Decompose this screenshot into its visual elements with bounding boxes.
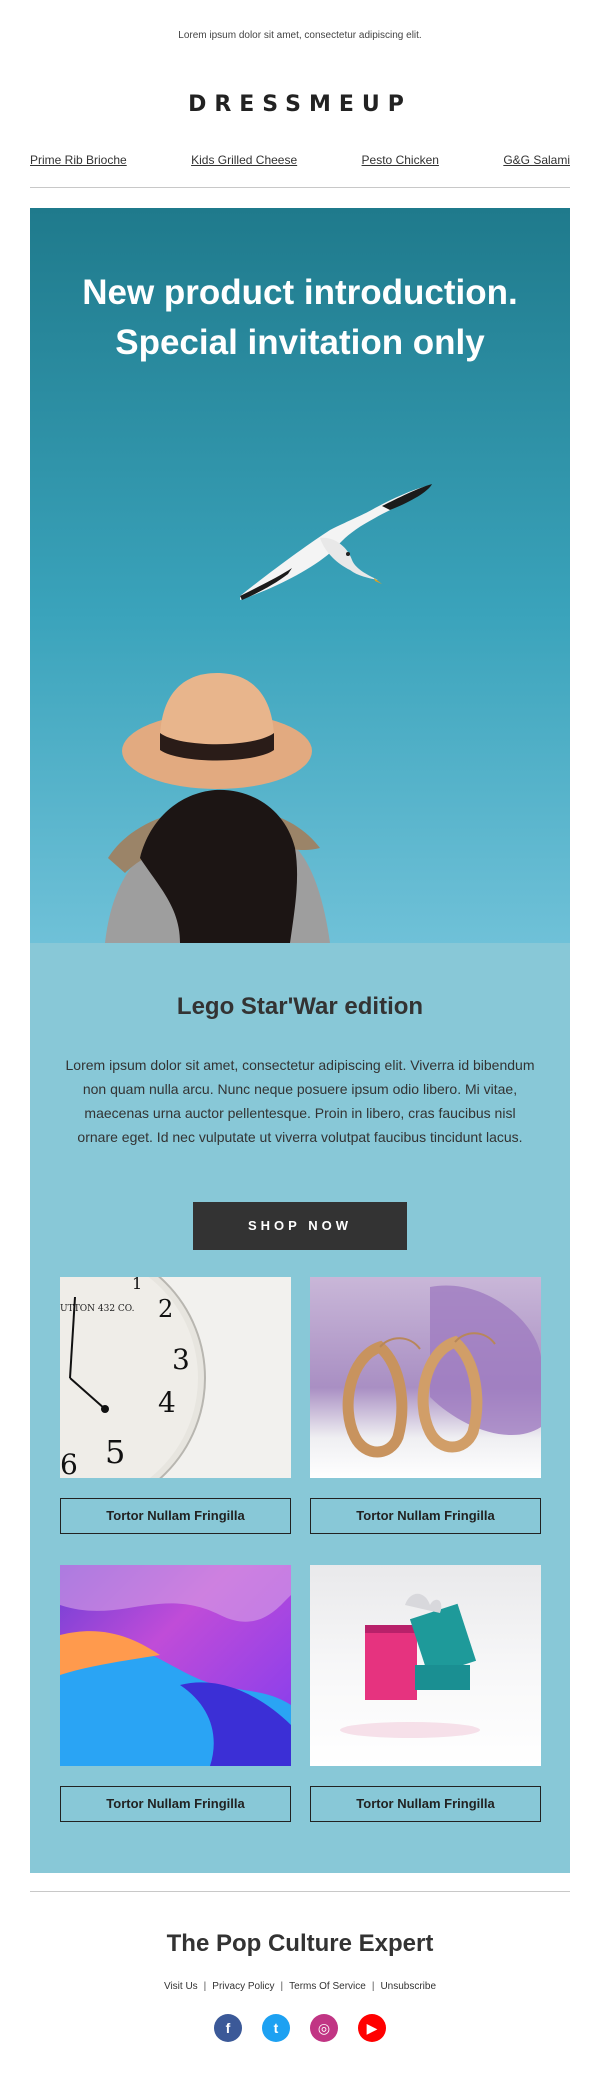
twitter-icon[interactable]: t (262, 2014, 290, 2042)
svg-text:UTTON 432 CO.: UTTON 432 CO. (60, 1304, 135, 1314)
promo-body-text: Lorem ipsum dolor sit amet, consectetur … (65, 1057, 535, 1145)
svg-text:6: 6 (60, 1448, 78, 1478)
footer-link-unsubscribe[interactable]: Unsubscribe (380, 1981, 436, 1992)
shop-now-button[interactable]: SHOP NOW (193, 1202, 407, 1250)
svg-text:3: 3 (172, 1343, 190, 1376)
abstract-gradient-image[interactable] (60, 1565, 291, 1766)
footer-link-privacy-policy[interactable]: Privacy Policy (212, 1981, 274, 1992)
product-card[interactable]: Tortor Nullam Fringilla (310, 1565, 541, 1822)
svg-text:1: 1 (132, 1277, 142, 1293)
brand-logo[interactable]: DRESSMEUP (0, 92, 600, 117)
clock-image[interactable]: 2 3 4 5 6 1 UTTON 432 CO. (60, 1277, 291, 1478)
nav-link-gg-salami[interactable]: G&G Salami (503, 153, 570, 167)
preheader-text: Lorem ipsum dolor sit amet, consectetur … (178, 30, 422, 41)
gift-boxes-image[interactable] (310, 1565, 541, 1766)
footer-separator: | (203, 1981, 207, 1992)
email-page: Lorem ipsum dolor sit amet, consectetur … (0, 0, 600, 2091)
nav-link-pesto-chicken[interactable]: Pesto Chicken (362, 153, 439, 167)
footer-title: The Pop Culture Expert (166, 1930, 434, 1957)
product-label-button[interactable]: Tortor Nullam Fringilla (60, 1786, 291, 1822)
seagull-graphic (240, 484, 432, 600)
product-card[interactable]: Tortor Nullam Fringilla (60, 1565, 291, 1822)
svg-text:5: 5 (105, 1433, 125, 1471)
instagram-icon[interactable]: ◎ (310, 2014, 338, 2042)
footer-divider (30, 1891, 570, 1892)
promo-title: Lego Star'War edition (176, 993, 424, 1020)
facebook-icon[interactable]: f (214, 2014, 242, 2042)
footer-separator: | (371, 1981, 375, 1992)
earrings-image[interactable] (310, 1277, 541, 1478)
nav-link-kids-grilled-cheese[interactable]: Kids Grilled Cheese (191, 153, 297, 167)
svg-text:4: 4 (158, 1386, 176, 1419)
woman-with-hat-graphic (105, 673, 330, 943)
product-label-button[interactable]: Tortor Nullam Fringilla (310, 1498, 541, 1534)
product-card[interactable]: Tortor Nullam Fringilla (310, 1277, 541, 1534)
header-divider (30, 187, 570, 188)
top-nav: Prime Rib Brioche Kids Grilled Cheese Pe… (30, 153, 570, 167)
footer-link-terms-of-service[interactable]: Terms Of Service (289, 1981, 366, 1992)
footer-link-visit-us[interactable]: Visit Us (164, 1981, 198, 1992)
promo-section: Lego Star'War edition Lorem ipsum dolor … (30, 943, 570, 1873)
youtube-icon[interactable]: ▶ (358, 2014, 386, 2042)
product-label-button[interactable]: Tortor Nullam Fringilla (310, 1786, 541, 1822)
social-icons: f t ◎ ▶ (0, 2014, 600, 2042)
hero-title: New product introduction. Special invita… (82, 273, 518, 362)
hero-banner[interactable]: New product introduction. Special invita… (30, 208, 570, 943)
product-card[interactable]: 2 3 4 5 6 1 UTTON 432 CO. Tortor Nullam … (60, 1277, 291, 1534)
svg-text:2: 2 (158, 1295, 173, 1323)
footer-separator: | (280, 1981, 284, 1992)
footer-links: Visit Us | Privacy Policy | Terms Of Service… (0, 1981, 600, 1992)
nav-link-prime-rib-brioche[interactable]: Prime Rib Brioche (30, 153, 127, 167)
product-label-button[interactable]: Tortor Nullam Fringilla (60, 1498, 291, 1534)
